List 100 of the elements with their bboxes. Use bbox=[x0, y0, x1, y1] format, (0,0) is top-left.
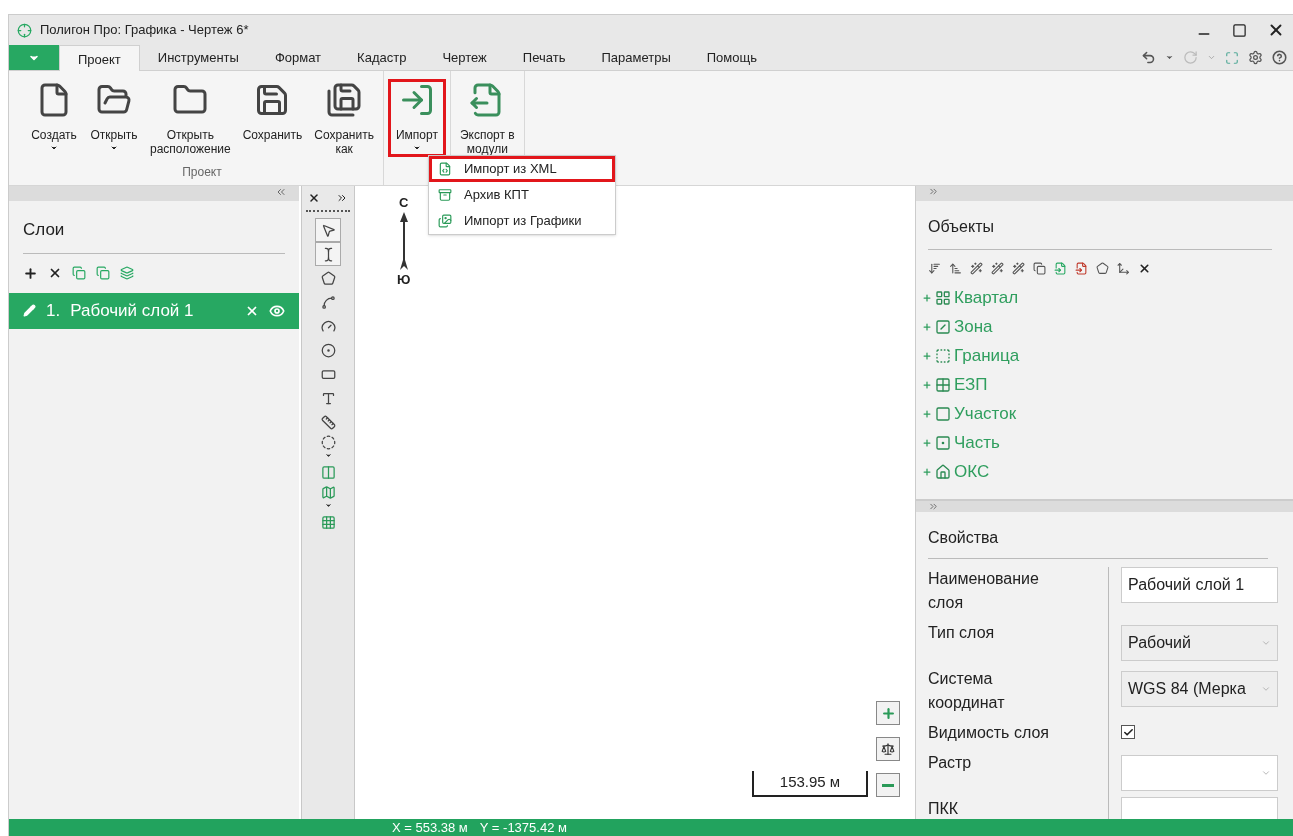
polygon-icon[interactable] bbox=[1096, 262, 1109, 275]
dashed-circle-icon bbox=[320, 435, 336, 450]
y-coordinate: Y = -1375.42 м bbox=[479, 819, 567, 836]
north-label: С bbox=[399, 196, 409, 209]
columns-icon bbox=[320, 464, 336, 480]
caret-icon bbox=[1261, 684, 1271, 694]
axes-icon[interactable] bbox=[1117, 262, 1130, 275]
menu-item[interactable]: Импорт из Графики bbox=[429, 208, 615, 234]
ribbon-tab[interactable]: Печать bbox=[504, 45, 584, 70]
zoom-out-button[interactable] bbox=[876, 773, 900, 797]
code-file-icon bbox=[438, 162, 452, 176]
scale-icon bbox=[881, 742, 895, 756]
pointer-icon bbox=[320, 222, 336, 238]
images-icon bbox=[438, 214, 452, 228]
floppy-disks-icon bbox=[326, 82, 363, 118]
dotted-square-icon bbox=[935, 434, 951, 451]
ribbon-tab[interactable]: Чертеж bbox=[424, 45, 505, 70]
sort-icon[interactable] bbox=[928, 262, 941, 275]
ribbon-button[interactable]: Импорт bbox=[387, 79, 446, 157]
polyline-icon bbox=[320, 294, 336, 310]
checkbox[interactable] bbox=[1121, 725, 1135, 739]
north-arrow-icon bbox=[398, 212, 409, 270]
tool-button[interactable] bbox=[315, 242, 341, 266]
dashed-square-icon bbox=[935, 347, 951, 364]
scale-button[interactable] bbox=[876, 737, 900, 761]
wand-icon[interactable] bbox=[991, 262, 1004, 275]
point-icon bbox=[320, 342, 336, 358]
menu-item[interactable]: Архив КПТ bbox=[429, 182, 615, 208]
x-coordinate: X = 553.38 м bbox=[392, 819, 468, 836]
close-icon[interactable] bbox=[1138, 262, 1151, 275]
polygon-icon bbox=[320, 270, 336, 286]
sort-icon[interactable] bbox=[949, 262, 962, 275]
caret-icon bbox=[110, 144, 118, 152]
ribbon-tab[interactable]: Инструменты bbox=[139, 45, 257, 70]
ribbon-tab[interactable]: Параметры bbox=[583, 45, 689, 70]
import-icon[interactable] bbox=[1075, 262, 1088, 275]
ribbon-tab[interactable]: Кадастр bbox=[339, 45, 425, 70]
expand-icon[interactable] bbox=[336, 192, 348, 204]
wand-icon[interactable] bbox=[1012, 262, 1025, 275]
ribbon-tab[interactable]: Помощь bbox=[688, 45, 775, 70]
map-icon bbox=[320, 485, 336, 500]
dropdown-field[interactable] bbox=[1121, 755, 1278, 791]
layers-icon[interactable] bbox=[120, 266, 134, 280]
south-label: Ю bbox=[397, 273, 411, 286]
undo-icon[interactable] bbox=[1141, 50, 1156, 65]
caret-icon bbox=[1261, 768, 1271, 778]
panel-title: Слои bbox=[23, 217, 285, 254]
layer-number: 1. bbox=[46, 299, 61, 322]
blocks-icon bbox=[935, 289, 951, 306]
pencil-icon bbox=[23, 304, 36, 317]
tool-button[interactable] bbox=[315, 218, 341, 242]
caret-icon bbox=[412, 144, 421, 152]
maximize-icon[interactable] bbox=[1232, 22, 1247, 38]
caret-icon bbox=[324, 502, 332, 509]
gauge-icon bbox=[320, 318, 336, 334]
delete-icon[interactable] bbox=[48, 266, 62, 280]
ribbon-tab[interactable]: Проект bbox=[59, 45, 140, 71]
add-icon[interactable] bbox=[23, 265, 38, 281]
caret-icon bbox=[50, 144, 58, 152]
import-icon[interactable] bbox=[1054, 262, 1067, 275]
minus-icon bbox=[882, 783, 894, 787]
menu-item[interactable]: Импорт из XML bbox=[429, 156, 615, 182]
ribbon-button[interactable]: Сохранить как bbox=[309, 79, 379, 161]
collapse-icon[interactable] bbox=[275, 186, 287, 198]
copy-icon[interactable] bbox=[72, 266, 86, 280]
layer-name: Рабочий слой 1 bbox=[70, 299, 195, 322]
checkmark-icon bbox=[1122, 726, 1134, 738]
ribbon-tab[interactable]: Формат bbox=[256, 45, 340, 70]
window-title: Полигон Про: Графика - Чертеж 6* bbox=[40, 21, 249, 40]
close-icon[interactable] bbox=[308, 192, 320, 204]
ribbon-button[interactable]: Создать bbox=[25, 79, 83, 157]
settings-icon[interactable] bbox=[1248, 50, 1263, 65]
wand-icon[interactable] bbox=[970, 262, 983, 275]
ribbon-button[interactable]: Сохранить bbox=[237, 79, 308, 147]
copy-icon[interactable] bbox=[1033, 262, 1046, 275]
caret-icon bbox=[324, 452, 332, 459]
text-icon bbox=[320, 390, 336, 406]
square-icon bbox=[935, 405, 951, 422]
ribbon-button[interactable]: Открыть расположение bbox=[145, 79, 236, 161]
property-label: Тип слоя bbox=[928, 623, 996, 643]
caret-icon[interactable] bbox=[1165, 53, 1174, 62]
property-label: Растр bbox=[928, 753, 973, 773]
help-icon[interactable] bbox=[1272, 50, 1287, 65]
ruler-icon bbox=[320, 414, 336, 430]
slashed-square-icon bbox=[935, 318, 951, 335]
ribbon-button[interactable]: Открыть bbox=[85, 79, 143, 157]
property-label: Наименование слоя bbox=[928, 569, 1040, 613]
plus-icon bbox=[880, 705, 896, 721]
panel-title: Свойства bbox=[928, 526, 1268, 559]
text-field[interactable]: Рабочий слой 1 bbox=[1121, 567, 1278, 603]
house-icon bbox=[935, 463, 951, 480]
zoom-in-button[interactable] bbox=[876, 701, 900, 725]
copy-icon[interactable] bbox=[96, 266, 110, 280]
property-label: Видимость слоя bbox=[928, 723, 1050, 743]
grid-square-icon bbox=[935, 376, 951, 393]
panel-title: Объекты bbox=[928, 215, 1272, 250]
ribbon-group-label: Проект bbox=[181, 164, 223, 181]
scale-bar: 153.95 м bbox=[752, 771, 868, 797]
grid-icon bbox=[320, 514, 336, 530]
property-label: ПКК bbox=[928, 799, 960, 819]
